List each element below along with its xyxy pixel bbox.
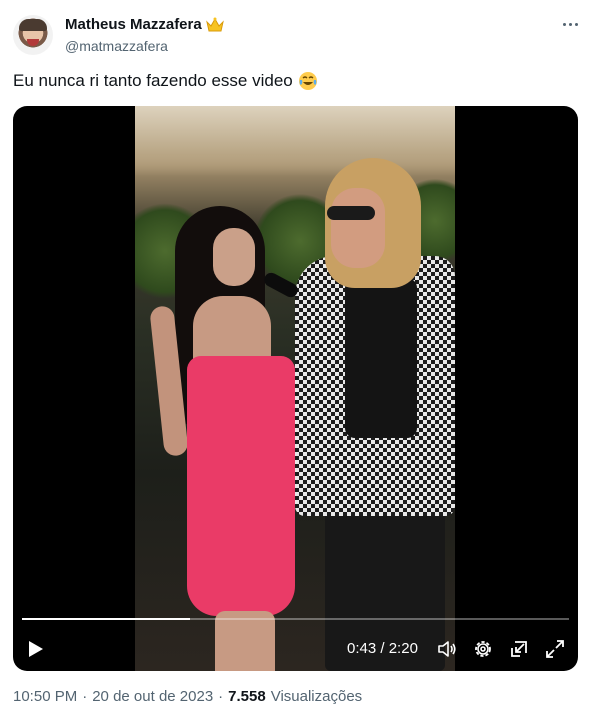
video-progress-bar[interactable] <box>22 618 569 620</box>
views-label: Visualizações <box>270 688 363 705</box>
video-frame[interactable] <box>135 106 455 671</box>
fullscreen-icon[interactable] <box>545 639 565 659</box>
author-handle[interactable]: @matmazzafera <box>65 38 168 54</box>
crown-icon <box>205 17 224 33</box>
meta-separator: · <box>218 688 224 705</box>
face-with-tears-of-joy-icon <box>298 71 318 91</box>
tweet-date[interactable]: 20 de out de 2023 <box>92 688 213 705</box>
pop-out-icon[interactable] <box>509 639 529 659</box>
volume-icon[interactable] <box>437 639 457 659</box>
video-progress-fill <box>22 618 190 620</box>
video-woman-face <box>213 228 255 286</box>
avatar-hair <box>19 19 47 31</box>
more-options-icon[interactable] <box>560 14 580 34</box>
settings-icon[interactable] <box>473 639 493 659</box>
video-controls: 0:43 / 2:20 <box>13 632 578 666</box>
video-man-shirt <box>345 278 417 438</box>
video-duration: 2:20 <box>388 640 418 657</box>
video-pink-dress <box>187 356 295 616</box>
video-scene-ceiling <box>135 106 455 176</box>
video-sunglasses <box>327 206 375 220</box>
video-man-face <box>331 188 385 268</box>
video-time: 0:43 / 2:20 <box>347 640 418 657</box>
video-player[interactable]: 0:43 / 2:20 <box>13 106 578 671</box>
play-icon[interactable] <box>27 640 45 658</box>
author-name[interactable]: Matheus Mazzafera <box>65 16 202 33</box>
meta-separator: · <box>82 688 88 705</box>
avatar-mouth <box>27 39 39 46</box>
tweet-text: Eu nunca ri tanto fazendo esse video <box>13 71 318 91</box>
video-current-time: 0:43 <box>347 640 377 657</box>
author-name-row: Matheus Mazzafera <box>65 16 224 33</box>
author-avatar[interactable] <box>13 15 53 55</box>
tweet-meta: 10:50 PM · 20 de out de 2023 · 7.558 Vis… <box>13 688 362 705</box>
tweet-text-content: Eu nunca ri tanto fazendo esse video <box>13 71 293 90</box>
views-count: 7.558 <box>228 688 266 705</box>
tweet-time[interactable]: 10:50 PM <box>13 688 77 705</box>
video-time-separator: / <box>380 640 385 657</box>
